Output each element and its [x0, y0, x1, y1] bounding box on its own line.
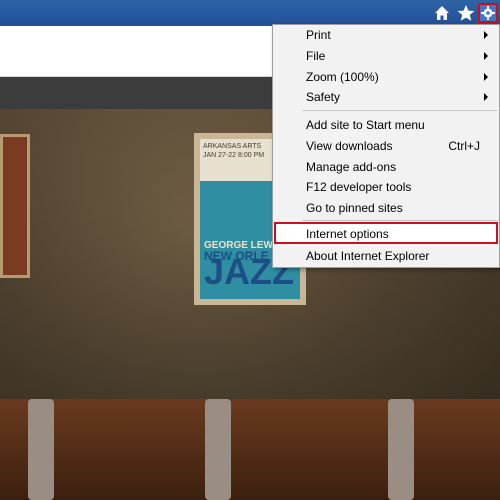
menu-item-label: Go to pinned sites	[306, 201, 403, 215]
menu-item-label: F12 developer tools	[306, 180, 412, 194]
bench-armrest	[205, 399, 231, 500]
submenu-arrow-icon	[484, 52, 488, 60]
left-poster	[0, 134, 30, 278]
menu-item-label: Print	[306, 28, 331, 42]
tools-gear-icon[interactable]	[478, 3, 498, 23]
menu-item-shortcut: Ctrl+J	[448, 139, 480, 153]
menu-item-file[interactable]: File	[274, 46, 498, 66]
bench-armrest	[388, 399, 414, 500]
menu-item-manage-addons[interactable]: Manage add-ons	[274, 157, 498, 177]
menu-item-label: View downloads	[306, 139, 393, 153]
bench	[0, 399, 500, 500]
menu-item-label: Add site to Start menu	[306, 118, 425, 132]
menu-item-label: About Internet Explorer	[306, 249, 430, 263]
menu-item-pinned-sites[interactable]: Go to pinned sites	[274, 198, 498, 218]
bench-armrest	[28, 399, 54, 500]
menu-item-label: Internet options	[306, 227, 389, 241]
menu-separator	[302, 220, 497, 221]
menu-item-label: Manage add-ons	[306, 160, 397, 174]
menu-item-label: Safety	[306, 90, 341, 104]
menu-separator	[302, 110, 497, 111]
tools-menu: Print File Zoom (100%) Safety Add site t…	[272, 24, 500, 268]
menu-item-label: File	[306, 49, 326, 63]
menu-item-add-site[interactable]: Add site to Start menu	[274, 115, 498, 135]
menu-item-print[interactable]: Print	[274, 25, 498, 45]
favorites-star-icon[interactable]	[456, 3, 476, 23]
home-icon[interactable]	[432, 3, 452, 23]
title-bar	[0, 0, 500, 26]
menu-item-about-ie[interactable]: About Internet Explorer	[274, 246, 498, 266]
menu-item-label: Zoom (100%)	[306, 70, 379, 84]
submenu-arrow-icon	[484, 73, 488, 81]
submenu-arrow-icon	[484, 93, 488, 101]
menu-item-safety[interactable]: Safety	[274, 87, 498, 107]
menu-item-view-downloads[interactable]: View downloads Ctrl+J	[274, 136, 498, 156]
menu-item-f12-tools[interactable]: F12 developer tools	[274, 177, 498, 197]
submenu-arrow-icon	[484, 31, 488, 39]
menu-item-zoom[interactable]: Zoom (100%)	[274, 67, 498, 87]
menu-item-internet-options[interactable]: Internet options	[274, 224, 498, 244]
